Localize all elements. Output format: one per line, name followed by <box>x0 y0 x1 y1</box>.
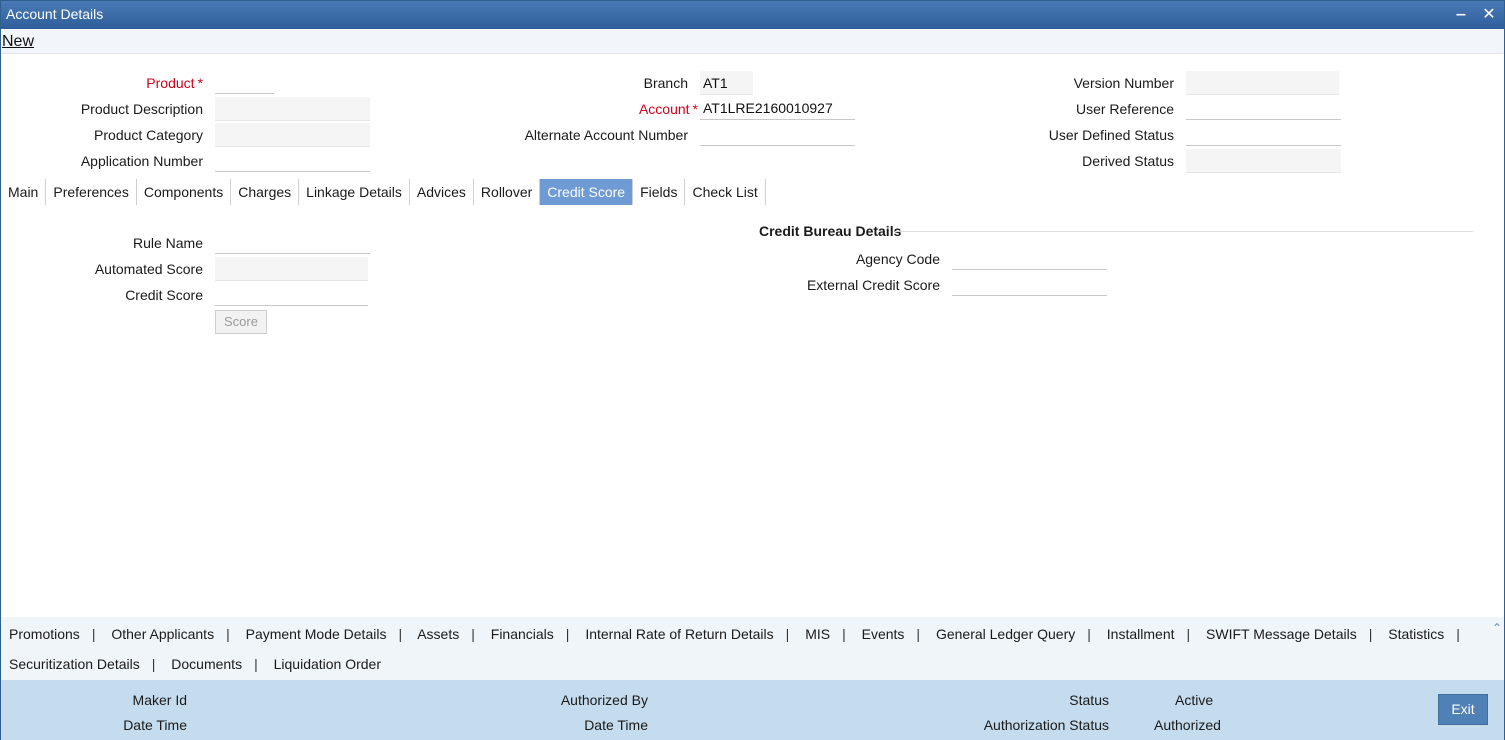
mis-link[interactable]: MIS <box>805 626 830 642</box>
swift-message-details-link[interactable]: SWIFT Message Details <box>1206 626 1357 642</box>
product-category-field <box>215 123 370 147</box>
tab-preferences[interactable]: Preferences <box>46 179 137 205</box>
exit-button[interactable]: Exit <box>1438 694 1488 725</box>
installment-link[interactable]: Installment <box>1107 626 1175 642</box>
documents-link[interactable]: Documents <box>171 656 242 672</box>
chevron-up-icon[interactable]: ⌃ <box>1492 621 1502 635</box>
product-description-field <box>215 97 370 121</box>
link-separator: | <box>398 626 403 642</box>
subsystem-links-row-2: Securitization Details | Documents | Liqui… <box>9 656 381 676</box>
window-title: Account Details <box>6 6 104 22</box>
product-description-label: Product Description <box>80 101 203 117</box>
version-number-label: Version Number <box>1073 75 1174 91</box>
tab-advices[interactable]: Advices <box>410 179 474 205</box>
external-credit-score-label: External Credit Score <box>806 277 940 293</box>
authorization-status-value: Authorized <box>1154 717 1221 733</box>
account-field[interactable] <box>700 96 855 120</box>
external-credit-score-field[interactable] <box>952 272 1107 296</box>
application-number-field[interactable] <box>215 148 370 172</box>
account-label: Account * <box>638 101 698 117</box>
securitization-details-link[interactable]: Securitization Details <box>9 656 140 672</box>
subsystem-links-row-1: Promotions | Other Applicants | Payment Mo… <box>9 626 1472 646</box>
close-icon[interactable]: ✕ <box>1479 5 1499 25</box>
link-separator: | <box>1456 626 1460 642</box>
user-defined-status-field[interactable] <box>1186 122 1341 146</box>
user-defined-status-label: User Defined Status <box>1048 127 1174 143</box>
application-number-label: Application Number <box>80 153 203 169</box>
link-separator: | <box>785 626 790 642</box>
product-field[interactable] <box>215 70 274 94</box>
other-applicants-link[interactable]: Other Applicants <box>111 626 214 642</box>
agency-code-field[interactable] <box>952 246 1107 270</box>
minimize-icon[interactable]: ‒ <box>1451 5 1471 25</box>
user-reference-label: User Reference <box>1075 101 1174 117</box>
maker-id-label: Maker Id <box>132 692 187 708</box>
link-separator: | <box>226 626 230 642</box>
branch-field <box>700 71 753 95</box>
link-separator: | <box>1368 626 1373 642</box>
tab-components[interactable]: Components <box>137 179 232 205</box>
subsystem-links-bar: Promotions | Other Applicants | Payment Mo… <box>1 617 1504 680</box>
tab-main[interactable]: Main <box>1 179 47 205</box>
financials-link[interactable]: Financials <box>491 626 554 642</box>
internal-rate-of-return-link[interactable]: Internal Rate of Return Details <box>585 626 773 642</box>
alternate-account-number-label: Alternate Account Number <box>524 127 688 143</box>
alternate-account-number-field[interactable] <box>700 122 855 146</box>
link-separator: | <box>254 656 258 672</box>
tab-credit-score[interactable]: Credit Score <box>540 179 634 205</box>
authorized-by-label: Authorized By <box>560 692 648 708</box>
credit-score-label: Credit Score <box>125 287 203 303</box>
assets-link[interactable]: Assets <box>417 626 459 642</box>
link-separator: | <box>842 626 846 642</box>
payment-mode-details-link[interactable]: Payment Mode Details <box>246 626 387 642</box>
agency-code-label: Agency Code <box>855 251 940 267</box>
tab-charges[interactable]: Charges <box>231 179 300 205</box>
branch-label: Branch <box>643 75 688 91</box>
link-separator: | <box>151 656 156 672</box>
rule-name-label: Rule Name <box>132 235 203 251</box>
product-category-label: Product Category <box>94 127 203 143</box>
status-label: Status <box>1069 692 1109 708</box>
toolbar: New <box>1 29 1504 54</box>
tab-fields[interactable]: Fields <box>633 179 686 205</box>
checker-date-time-label: Date Time <box>584 717 648 733</box>
promotions-link[interactable]: Promotions <box>9 626 80 642</box>
account-details-window: Account Details ‒ ✕ New Product * Product… <box>0 0 1505 740</box>
tab-bar: Main Preferences Components Charges Link… <box>1 179 766 205</box>
link-separator: | <box>565 626 570 642</box>
link-separator: | <box>471 626 475 642</box>
status-value: Active <box>1175 692 1214 708</box>
tab-check-list[interactable]: Check List <box>685 179 766 205</box>
tab-linkage-details[interactable]: Linkage Details <box>299 179 410 205</box>
maker-date-time-label: Date Time <box>123 717 187 733</box>
rule-name-field[interactable] <box>215 230 370 254</box>
credit-score-field[interactable] <box>215 282 368 306</box>
audit-footer: Maker Id Date Time Authorized By Date Ti… <box>1 680 1504 740</box>
link-separator: | <box>1186 626 1191 642</box>
events-link[interactable]: Events <box>862 626 905 642</box>
derived-status-field <box>1186 149 1341 173</box>
credit-bureau-details-title: Credit Bureau Details <box>759 223 902 239</box>
liquidation-order-link[interactable]: Liquidation Order <box>274 656 381 672</box>
statistics-link[interactable]: Statistics <box>1388 626 1444 642</box>
title-bar: Account Details ‒ ✕ <box>1 1 1504 29</box>
version-number-field <box>1186 71 1339 95</box>
score-button[interactable]: Score <box>215 310 267 334</box>
automated-score-field <box>215 257 368 281</box>
new-button[interactable]: New <box>2 33 34 51</box>
general-ledger-query-link[interactable]: General Ledger Query <box>936 626 1075 642</box>
user-reference-field[interactable] <box>1186 96 1341 120</box>
product-label: Product * <box>146 75 203 91</box>
link-separator: | <box>916 626 921 642</box>
derived-status-label: Derived Status <box>1082 153 1174 169</box>
tab-rollover[interactable]: Rollover <box>474 179 541 205</box>
section-divider <box>895 231 1473 232</box>
authorization-status-label: Authorization Status <box>983 717 1109 733</box>
link-separator: | <box>91 626 96 642</box>
link-separator: | <box>1087 626 1091 642</box>
automated-score-label: Automated Score <box>94 261 203 277</box>
